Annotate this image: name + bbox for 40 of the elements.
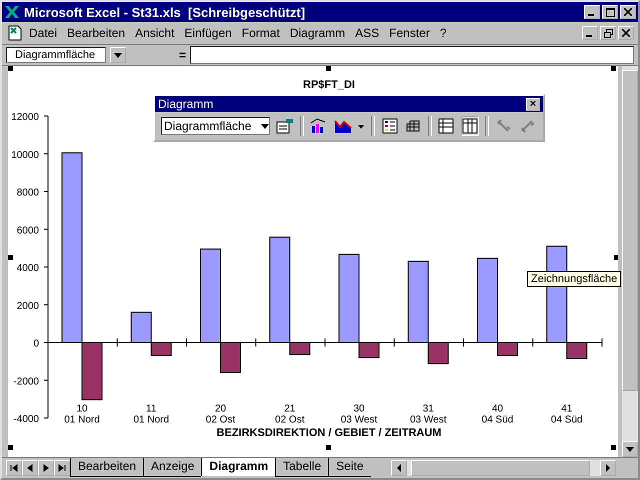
category-label: 31 03 West	[410, 404, 446, 426]
sheet-tab[interactable]: Diagramm	[201, 458, 276, 476]
sheet-tab[interactable]: Tabelle	[275, 458, 328, 477]
sheet-tab[interactable]: Anzeige	[143, 458, 202, 477]
menu-item[interactable]: Diagramm	[284, 24, 350, 42]
y-tick-label: 10000	[11, 150, 39, 161]
close-button[interactable]: ×	[526, 98, 540, 110]
y-tick-label: -2000	[13, 376, 39, 388]
y-tick-label: 0	[33, 338, 39, 350]
category-label: 11 01 Nord	[133, 404, 170, 426]
toolbar-title: Diagramm	[158, 97, 214, 111]
y-tick-label: 6000	[16, 225, 39, 236]
category-label: 41 04 Süd	[550, 404, 583, 426]
name-box[interactable]: Diagrammfläche	[6, 47, 106, 63]
equals-sign: =	[178, 48, 186, 62]
menu-item[interactable]: Ansicht	[130, 24, 180, 42]
menu-item[interactable]: Fenster	[384, 24, 435, 42]
sheet-tab[interactable]: Bearbeiten	[70, 458, 144, 477]
sheet-tab[interactable]: Seite	[328, 458, 370, 477]
menu-item[interactable]: ?	[434, 24, 452, 42]
x-axis-title: BEZIRKSDIREKTION / GEBIET / ZEITRAUM	[216, 427, 442, 439]
category-label: 20 02 Ost	[206, 404, 236, 426]
y-tick-label: 4000	[16, 263, 39, 274]
y-tick-label: 12000	[11, 112, 39, 123]
category-label: 40 04 Süd	[482, 404, 514, 426]
category-label: 30 03 West	[340, 404, 378, 426]
chart-object-select[interactable]: Diagrammfläche	[161, 117, 270, 135]
tooltip: Zeichnungsfläche	[527, 271, 622, 287]
menu-item[interactable]: Datei	[24, 24, 62, 42]
chart-title: RP$FT_DI	[303, 79, 355, 91]
y-tick-label: 2000	[16, 300, 39, 312]
y-tick-label: 8000	[16, 188, 39, 198]
category-label: 21 02 Ost	[275, 404, 304, 426]
menu-item[interactable]: Bearbeiten	[62, 24, 130, 42]
menu-item[interactable]: ASS	[350, 24, 384, 42]
menu-item[interactable]: Format	[236, 24, 285, 42]
menu-item[interactable]: Einfügen	[179, 24, 237, 42]
y-tick-label: -4000	[13, 414, 39, 425]
category-label: 10 01 Nord	[64, 404, 100, 426]
window-title: Microsoft Excel - St31.xls [Schreibgeschützt]	[24, 4, 306, 20]
